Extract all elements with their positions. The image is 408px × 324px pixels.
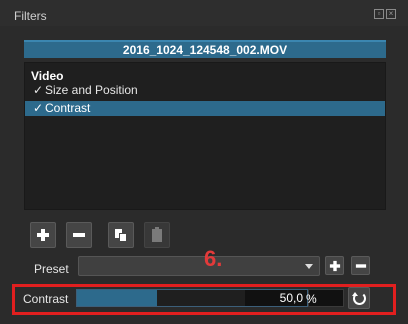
add-filter-button[interactable]	[30, 222, 56, 248]
check-icon: ✓	[33, 101, 44, 115]
paste-icon	[152, 226, 162, 242]
filter-list-header: Video	[31, 69, 64, 83]
close-icon[interactable]: ×	[386, 9, 396, 19]
filter-list[interactable]: Video ✓ Size and Position ✓ Contrast	[24, 62, 386, 210]
window-controls: ▫ ×	[374, 9, 396, 19]
remove-icon	[73, 229, 85, 241]
copy-filters-button[interactable]	[108, 222, 134, 248]
filter-item-size-and-position[interactable]: ✓ Size and Position	[25, 83, 385, 98]
preset-label: Preset	[34, 262, 69, 276]
clip-name-bar: 2016_1024_124548_002.MOV	[24, 40, 386, 58]
reset-icon	[351, 291, 366, 305]
slider-value-zone: 50,0	[245, 290, 307, 306]
contrast-unit: %	[306, 292, 317, 306]
paste-filters-button[interactable]	[144, 222, 170, 248]
delete-preset-button[interactable]	[351, 256, 370, 275]
panel-title: Filters	[14, 9, 47, 23]
step-annotation: 6.	[204, 246, 223, 271]
add-icon	[329, 260, 340, 271]
slider-fill	[77, 290, 157, 306]
filter-item-label: Contrast	[45, 101, 91, 115]
remove-filter-button[interactable]	[66, 222, 92, 248]
filter-item-contrast[interactable]: ✓ Contrast	[25, 101, 385, 116]
panel-title-bar: Filters ▫ ×	[0, 0, 408, 26]
float-icon[interactable]: ▫	[374, 9, 384, 19]
filter-item-label: Size and Position	[45, 83, 138, 97]
chevron-down-icon	[305, 264, 313, 269]
contrast-value: 50,0	[279, 291, 303, 305]
check-icon: ✓	[33, 83, 44, 97]
remove-icon	[355, 260, 366, 270]
reset-contrast-button[interactable]	[348, 287, 370, 309]
save-preset-button[interactable]	[325, 256, 344, 275]
contrast-label: Contrast	[23, 292, 69, 306]
preset-dropdown[interactable]	[78, 256, 320, 276]
copy-icon	[115, 228, 127, 242]
add-icon	[37, 229, 49, 241]
contrast-slider[interactable]: 50,0	[76, 289, 308, 307]
